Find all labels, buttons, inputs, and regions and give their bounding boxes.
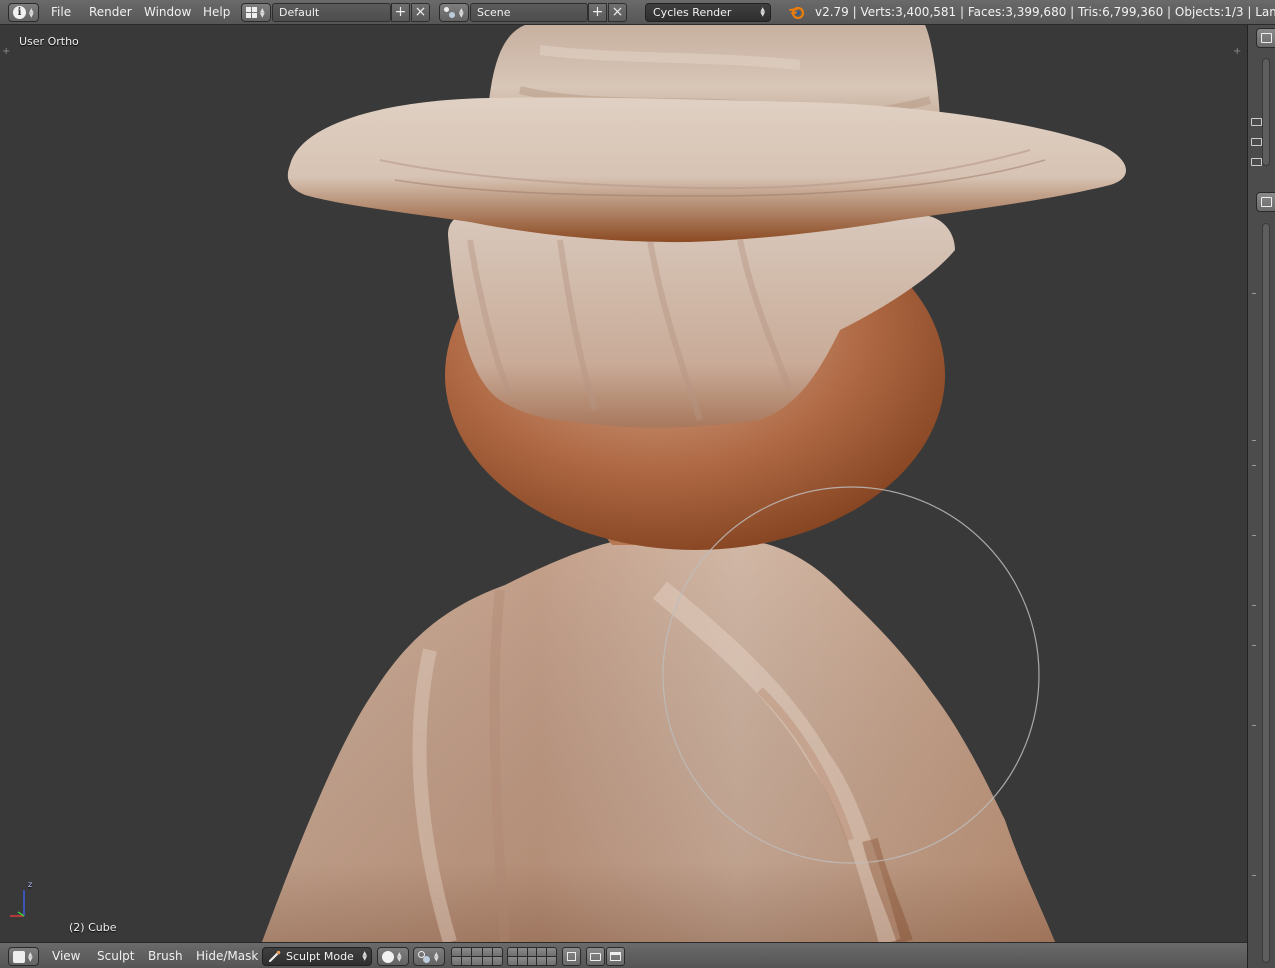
panel-divider	[1252, 875, 1256, 876]
layer-buttons-group-1[interactable]	[451, 947, 503, 966]
properties-editor-button[interactable]	[1256, 192, 1275, 212]
screen-layout-field[interactable]: Default	[272, 3, 391, 22]
panel-divider	[1252, 440, 1256, 441]
editor-type-info-button[interactable]: i ▲ ▼	[8, 3, 39, 22]
updown-arrows-icon: ▲ ▼	[760, 6, 765, 18]
layer-buttons-group-2[interactable]	[507, 947, 557, 966]
menu-view[interactable]: View	[52, 947, 80, 966]
render-animation-button[interactable]	[606, 947, 625, 966]
delete-screen-button[interactable]: ×	[411, 3, 430, 22]
screen-layout-selector[interactable]: ▲ ▼	[241, 3, 271, 22]
panel-divider	[1252, 605, 1256, 606]
panel-divider	[1252, 725, 1256, 726]
active-object-label: (2) Cube	[69, 921, 117, 934]
mode-label: Sculpt Mode	[286, 950, 354, 963]
sculpt-model[interactable]	[0, 25, 1247, 942]
axis-z-label: z	[28, 880, 33, 889]
scene-icon	[444, 7, 456, 18]
editor-type-3d-view-button[interactable]: ▲ ▼	[8, 947, 39, 966]
menu-render[interactable]: Render	[89, 3, 132, 22]
add-screen-button[interactable]: +	[391, 3, 410, 22]
info-icon: i	[13, 6, 26, 19]
properties-side-strip	[1247, 25, 1275, 968]
info-header: i ▲ ▼ File Render Window Help ▲ ▼ Default …	[0, 0, 1275, 25]
scene-selector[interactable]: ▲ ▼	[439, 3, 469, 22]
menu-sculpt[interactable]: Sculpt	[97, 947, 134, 966]
camera-icon	[1251, 138, 1262, 146]
menu-brush[interactable]: Brush	[148, 947, 183, 966]
render-image-button[interactable]	[586, 947, 605, 966]
menu-window[interactable]: Window	[144, 3, 191, 22]
3d-view-header: ▲ ▼ View Sculpt Brush Hide/Mask Sculpt Mo…	[0, 942, 1247, 968]
axis-gizmo-icon	[10, 890, 25, 917]
updown-arrows-icon: ▲ ▼	[362, 950, 367, 962]
blender-logo-icon	[789, 5, 805, 20]
view-projection-label: User Ortho	[19, 35, 79, 48]
render-engine-label: Cycles Render	[653, 6, 732, 19]
sculpt-brush-icon	[268, 950, 281, 963]
area-split-widget-icon[interactable]: +	[2, 46, 10, 57]
updown-arrows-icon: ▲ ▼	[459, 6, 464, 19]
solid-shading-icon	[382, 950, 394, 963]
scene-field[interactable]: Scene	[470, 3, 588, 22]
camera-icon	[1251, 158, 1262, 166]
panel-divider	[1252, 293, 1256, 294]
updown-arrows-icon: ▲ ▼	[434, 950, 439, 963]
menu-hide-mask[interactable]: Hide/Mask	[196, 947, 258, 966]
delete-scene-button[interactable]: ×	[608, 3, 627, 22]
pivot-point-dropdown[interactable]: ▲ ▼	[413, 947, 445, 966]
outliner-scrollbar[interactable]	[1262, 58, 1270, 166]
camera-icon	[1251, 118, 1262, 126]
clapperboard-icon	[610, 952, 621, 961]
render-engine-dropdown[interactable]: Cycles Render ▲ ▼	[645, 3, 771, 22]
menu-file[interactable]: File	[51, 3, 71, 22]
pivot-icon	[418, 950, 431, 963]
updown-arrows-icon: ▲ ▼	[397, 950, 402, 963]
outliner-editor-button[interactable]	[1256, 28, 1275, 48]
lock-layers-button[interactable]	[562, 947, 581, 966]
viewport-shading-dropdown[interactable]: ▲ ▼	[377, 947, 409, 966]
3d-viewport[interactable]: User Ortho z (2) Cube + +	[0, 25, 1247, 942]
layout-icon	[246, 7, 257, 18]
panel-divider	[1252, 535, 1256, 536]
updown-arrows-icon: ▲ ▼	[29, 6, 34, 19]
updown-arrows-icon: ▲ ▼	[28, 950, 33, 963]
area-split-widget-icon[interactable]: +	[1233, 46, 1241, 57]
cube-icon	[13, 950, 25, 963]
camera-icon	[590, 953, 601, 961]
interaction-mode-dropdown[interactable]: Sculpt Mode ▲ ▼	[262, 947, 372, 966]
panel-divider	[1252, 465, 1256, 466]
panel-divider	[1252, 645, 1256, 646]
menu-help[interactable]: Help	[203, 3, 230, 22]
updown-arrows-icon: ▲ ▼	[260, 6, 265, 19]
scene-statistics: v2.79 | Verts:3,400,581 | Faces:3,399,68…	[815, 5, 1275, 19]
layer-lock-icon	[567, 952, 576, 961]
properties-scrollbar[interactable]	[1262, 223, 1270, 963]
add-scene-button[interactable]: +	[588, 3, 607, 22]
